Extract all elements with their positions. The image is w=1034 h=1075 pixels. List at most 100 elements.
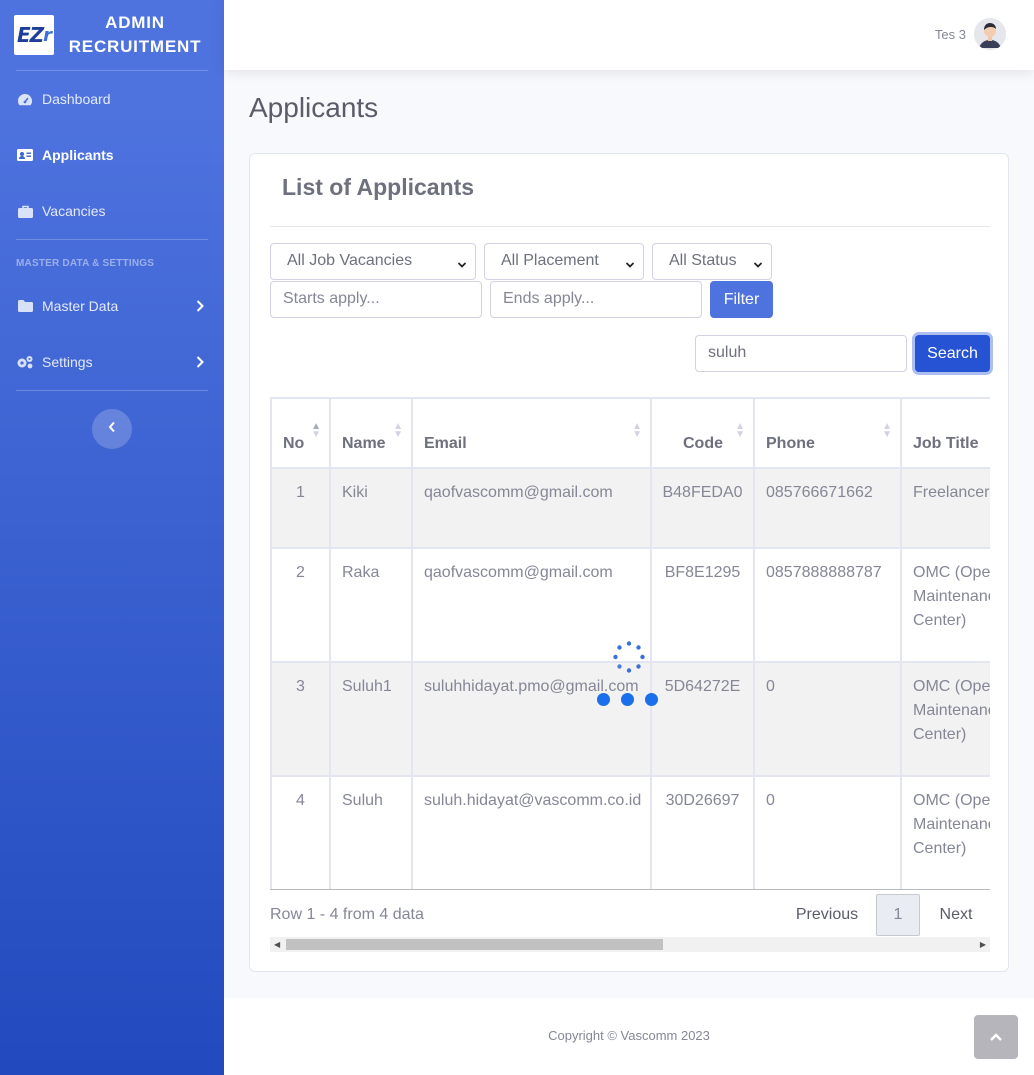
starts-apply-input[interactable]: Starts apply... bbox=[270, 281, 482, 318]
column-header-name[interactable]: Name ▲ ▼ bbox=[329, 397, 413, 469]
sort-icon: ▲ ▼ bbox=[735, 421, 745, 440]
table-row[interactable]: 1 Kiki qaofvascomm@gmail.com B48FEDA0 08… bbox=[270, 467, 990, 549]
sidebar-item-label: Master Data bbox=[42, 298, 119, 314]
tachometer-icon bbox=[16, 92, 34, 106]
page-title: Applicants bbox=[249, 92, 379, 123]
job-vacancy-value: All Job Vacancies bbox=[287, 252, 413, 269]
chevron-right-icon bbox=[196, 299, 204, 315]
table-header-row: No ▲ ▼ Name ▲ ▼ Email ▲ ▼ Code ▲ ▼ Phone ▲ ▼ Job T… bbox=[270, 397, 990, 469]
cell-job-title: OMC (Operation Maintenance Center) bbox=[900, 775, 990, 890]
user-name: Tes 3 bbox=[934, 26, 966, 42]
sidebar-item-label: Settings bbox=[42, 354, 93, 370]
id-card-icon bbox=[16, 148, 34, 162]
sidebar-item-label: Dashboard bbox=[42, 91, 111, 107]
cell-email: suluhhidayat.pmo@gmail.com bbox=[411, 661, 652, 777]
sidebar-item-applicants[interactable]: Applicants bbox=[0, 127, 224, 183]
cell-code: 30D26697 bbox=[650, 775, 755, 890]
sidebar-item-label: Vacancies bbox=[42, 203, 106, 219]
sidebar-item-dashboard[interactable]: Dashboard bbox=[0, 71, 224, 127]
cell-phone: 0857888888787 bbox=[753, 547, 902, 663]
scroll-right-icon[interactable]: ▶ bbox=[980, 940, 986, 949]
footer: Copyright © Vascomm 2023 bbox=[224, 998, 1034, 1075]
sidebar: EZ r ADMIN RECRUITMENT Dashboard Applican… bbox=[0, 0, 224, 1075]
scroll-to-top-button[interactable] bbox=[974, 1015, 1018, 1059]
loading-dots-icon bbox=[597, 693, 658, 706]
brand-line-1: ADMIN bbox=[105, 13, 165, 32]
cell-email: suluh.hidayat@vascomm.co.id bbox=[411, 775, 652, 890]
column-header-no[interactable]: No ▲ ▼ bbox=[270, 397, 331, 469]
applicants-card: List of Applicants All Job Vacancies All… bbox=[249, 153, 1009, 972]
column-label: Code bbox=[683, 435, 723, 452]
sort-icon: ▲ ▼ bbox=[882, 421, 892, 440]
avatar[interactable] bbox=[974, 18, 1006, 50]
cell-job-title: OMC (Operation Maintenance Center) bbox=[900, 547, 990, 663]
cell-name: Raka bbox=[329, 547, 413, 663]
cell-no: 1 bbox=[270, 467, 331, 549]
chevron-down-icon bbox=[457, 257, 467, 275]
status-value: All Status bbox=[669, 252, 737, 269]
briefcase-icon bbox=[16, 204, 34, 218]
column-header-email[interactable]: Email ▲ ▼ bbox=[411, 397, 652, 469]
scroll-left-icon[interactable]: ◀ bbox=[274, 940, 280, 949]
status-select[interactable]: All Status bbox=[652, 243, 772, 280]
column-label: Name bbox=[342, 435, 386, 452]
cell-code: 5D64272E bbox=[650, 661, 755, 777]
column-label: No bbox=[283, 435, 305, 452]
cell-phone: 085766671662 bbox=[753, 467, 902, 549]
table-row[interactable]: 3 Suluh1 suluhhidayat.pmo@gmail.com 5D64… bbox=[270, 661, 990, 777]
sort-icon: ▲ ▼ bbox=[311, 421, 321, 440]
filter-button[interactable]: Filter bbox=[710, 281, 773, 318]
cell-no: 4 bbox=[270, 775, 331, 890]
column-header-job-title[interactable]: Job Title bbox=[900, 397, 990, 469]
chevron-down-icon bbox=[753, 257, 763, 275]
column-label: Email bbox=[424, 435, 467, 452]
copyright-text: Copyright © Vascomm 2023 bbox=[548, 1028, 710, 1043]
brand-line-2: RECRUITMENT bbox=[68, 37, 202, 56]
sidebar-item-master-data[interactable]: Master Data bbox=[0, 278, 224, 334]
cell-job-title: Freelancer UI/UX bbox=[900, 467, 990, 549]
table-horizontal-scrollbar[interactable]: ◀ ▶ bbox=[270, 937, 990, 952]
page-1-button[interactable]: 1 bbox=[876, 894, 920, 936]
brand-logo: EZ r bbox=[14, 15, 54, 55]
placement-select[interactable]: All Placement bbox=[484, 243, 644, 280]
sidebar-divider bbox=[16, 390, 208, 391]
sidebar-toggle-button[interactable] bbox=[92, 409, 132, 449]
sidebar-heading: MASTER DATA & SETTINGS bbox=[16, 258, 155, 269]
chevron-up-icon bbox=[990, 1028, 1002, 1046]
column-label: Job Title bbox=[913, 435, 979, 452]
cell-phone: 0 bbox=[753, 775, 902, 890]
sidebar-item-vacancies[interactable]: Vacancies bbox=[0, 183, 224, 239]
search-input[interactable]: suluh bbox=[695, 335, 907, 372]
job-vacancy-select[interactable]: All Job Vacancies bbox=[270, 243, 476, 280]
cell-name: Suluh bbox=[329, 775, 413, 890]
column-header-phone[interactable]: Phone ▲ ▼ bbox=[753, 397, 902, 469]
topbar: Tes 3 bbox=[224, 0, 1034, 70]
search-button[interactable]: Search bbox=[915, 335, 990, 372]
cell-no: 2 bbox=[270, 547, 331, 663]
sort-icon: ▲ ▼ bbox=[393, 421, 403, 440]
ends-apply-input[interactable]: Ends apply... bbox=[490, 281, 702, 318]
brand-name: ADMIN RECRUITMENT bbox=[54, 11, 224, 59]
table-row[interactable]: 4 Suluh suluh.hidayat@vascomm.co.id 30D2… bbox=[270, 775, 990, 890]
folder-icon bbox=[16, 299, 34, 313]
chevron-left-icon bbox=[108, 420, 116, 438]
brand[interactable]: EZ r ADMIN RECRUITMENT bbox=[0, 0, 224, 70]
cell-name: Kiki bbox=[329, 467, 413, 549]
loading-spinner-icon bbox=[612, 640, 646, 674]
gears-icon bbox=[16, 355, 34, 369]
sidebar-item-label: Applicants bbox=[42, 147, 114, 163]
logo-text-r: r bbox=[43, 24, 52, 46]
next-page-button[interactable]: Next bbox=[926, 894, 986, 936]
chevron-right-icon bbox=[196, 355, 204, 371]
logo-text: EZ bbox=[16, 23, 44, 47]
column-label: Phone bbox=[766, 435, 815, 452]
cell-phone: 0 bbox=[753, 661, 902, 777]
previous-page-button[interactable]: Previous bbox=[784, 894, 870, 936]
column-header-code[interactable]: Code ▲ ▼ bbox=[650, 397, 755, 469]
chevron-down-icon bbox=[625, 257, 635, 275]
cell-job-title: OMC (Operation Maintenance Center) bbox=[900, 661, 990, 777]
scrollbar-thumb[interactable] bbox=[286, 939, 663, 950]
sidebar-item-settings[interactable]: Settings bbox=[0, 334, 224, 390]
pagination-info: Row 1 - 4 from 4 data bbox=[270, 906, 424, 923]
user-menu[interactable]: Tes 3 bbox=[935, 18, 1006, 50]
